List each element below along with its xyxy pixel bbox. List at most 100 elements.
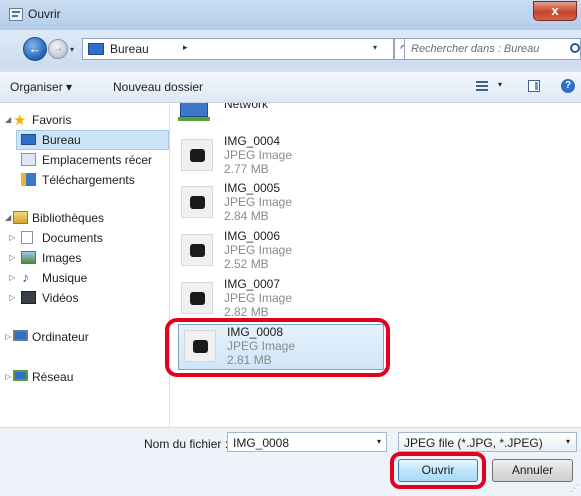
forward-button[interactable]: → — [48, 39, 68, 59]
file-item[interactable]: IMG_0007 JPEG Image 2.82 MB — [176, 277, 376, 323]
sidebar-item-documents[interactable]: ▷ Documents — [0, 228, 169, 248]
address-bar[interactable]: Bureau ▸ ▾ — [82, 38, 394, 60]
filename-input[interactable]: IMG_0008 ▾ — [227, 432, 387, 452]
sidebar-item-label: Vidéos — [42, 291, 79, 305]
search-box[interactable]: Rechercher dans : Bureau — [404, 38, 581, 60]
file-item-selected[interactable]: IMG_0008 JPEG Image 2.81 MB — [178, 324, 384, 370]
sidebar-group-label: Bibliothèques — [32, 211, 105, 225]
collapse-icon[interactable]: ◢ — [5, 213, 11, 222]
images-icon — [21, 251, 36, 264]
view-dropdown-icon[interactable]: ▾ — [498, 80, 502, 89]
close-button[interactable]: x — [533, 1, 577, 21]
file-type-select[interactable]: JPEG file (*.JPG, *.JPEG) ▾ — [398, 432, 577, 452]
file-item[interactable]: IMG_0005 JPEG Image 2.84 MB — [176, 181, 376, 227]
navigation-pane[interactable]: ◢ ★ Favoris Bureau Emplacements récer Té… — [0, 103, 170, 427]
new-folder-button[interactable]: Nouveau dossier — [113, 80, 203, 94]
open-button[interactable]: Ouvrir — [398, 459, 478, 482]
file-size: 2.84 MB — [224, 209, 269, 223]
file-size: 2.52 MB — [224, 257, 269, 271]
collapse-icon[interactable]: ◢ — [5, 115, 11, 124]
desktop-icon — [21, 134, 36, 145]
image-thumbnail — [181, 186, 213, 218]
preview-pane-icon[interactable] — [528, 80, 540, 92]
resize-grip-icon[interactable]: ⋰ — [570, 483, 579, 494]
expand-icon[interactable]: ▷ — [9, 273, 15, 282]
file-type-dropdown-icon[interactable]: ▾ — [566, 437, 570, 446]
help-icon[interactable]: ? — [561, 79, 575, 93]
file-size: 2.77 MB — [224, 162, 269, 176]
network-icon — [176, 103, 212, 125]
toolbar — [0, 72, 581, 103]
sidebar-group-favorites[interactable]: ◢ ★ Favoris — [0, 110, 169, 130]
sidebar-item-network[interactable]: ▷ Réseau — [0, 367, 169, 387]
file-name: IMG_0004 — [224, 134, 281, 148]
star-icon: ★ — [13, 112, 27, 129]
sidebar-group-libraries[interactable]: ◢ Bibliothèques — [0, 208, 169, 228]
expand-icon[interactable]: ▷ — [5, 332, 11, 341]
sidebar-item-label: Bureau — [42, 133, 81, 147]
organize-menu[interactable]: Organiser ▾ — [10, 80, 72, 94]
title-bar[interactable] — [0, 0, 581, 30]
search-icon[interactable] — [570, 43, 580, 53]
change-view-icon[interactable] — [476, 79, 492, 93]
sidebar-group-label: Favoris — [32, 113, 72, 127]
file-type: JPEG Image — [224, 148, 293, 162]
sidebar-item-videos[interactable]: ▷ Vidéos — [0, 288, 169, 308]
image-thumbnail — [184, 330, 216, 362]
sidebar-item-music[interactable]: ▷ ♪ Musique — [0, 268, 169, 288]
file-type: JPEG Image — [227, 339, 296, 353]
breadcrumb-chevron-icon[interactable]: ▸ — [183, 42, 188, 53]
sidebar-item-label: Musique — [42, 271, 88, 285]
back-button[interactable]: ← — [23, 37, 47, 61]
file-size: 2.81 MB — [227, 353, 272, 367]
network-icon — [13, 370, 28, 381]
file-name[interactable]: Network — [224, 103, 268, 111]
file-list[interactable]: Network IMG_0004 JPEG Image 2.77 MB IMG_… — [170, 103, 581, 427]
dialog-title: Ouvrir — [28, 7, 61, 21]
documents-icon — [21, 231, 33, 244]
file-item[interactable]: IMG_0006 JPEG Image 2.52 MB — [176, 229, 376, 275]
file-size: 2.82 MB — [224, 305, 269, 319]
address-dropdown-icon[interactable]: ▾ — [373, 43, 377, 52]
address-location[interactable]: Bureau — [110, 42, 149, 56]
videos-icon — [21, 291, 36, 304]
filename-value[interactable]: IMG_0008 — [233, 436, 289, 450]
desktop-icon — [88, 43, 104, 55]
computer-icon — [13, 330, 28, 341]
file-item[interactable]: IMG_0004 JPEG Image 2.77 MB — [176, 134, 376, 180]
file-type: JPEG Image — [224, 291, 293, 305]
search-input[interactable]: Rechercher dans : Bureau — [411, 43, 539, 55]
sidebar-item-label: Réseau — [32, 370, 74, 384]
filename-dropdown-icon[interactable]: ▾ — [377, 437, 381, 446]
recent-places-icon — [21, 153, 36, 166]
sidebar-item-label: Ordinateur — [32, 330, 89, 344]
file-name: IMG_0008 — [227, 325, 284, 339]
expand-icon[interactable]: ▷ — [9, 233, 15, 242]
sidebar-item-downloads[interactable]: Téléchargements — [0, 170, 169, 190]
sidebar-item-label: Documents — [42, 231, 103, 245]
expand-icon[interactable]: ▷ — [5, 372, 11, 381]
sidebar-item-images[interactable]: ▷ Images — [0, 248, 169, 268]
sidebar-item-bureau[interactable]: Bureau — [16, 130, 169, 150]
dialog-icon — [9, 8, 23, 21]
file-type-value[interactable]: JPEG file (*.JPG, *.JPEG) — [404, 436, 543, 450]
filename-label: Nom du fichier : — [144, 437, 229, 451]
libraries-icon — [13, 211, 28, 224]
file-type: JPEG Image — [224, 243, 293, 257]
image-thumbnail — [181, 234, 213, 266]
file-name: IMG_0006 — [224, 229, 281, 243]
cancel-button[interactable]: Annuler — [492, 459, 573, 482]
image-thumbnail — [181, 139, 213, 171]
downloads-icon — [21, 173, 36, 186]
music-icon: ♪ — [22, 269, 29, 285]
file-name: IMG_0007 — [224, 277, 281, 291]
sidebar-item-recent-places[interactable]: Emplacements récer — [0, 150, 169, 170]
recent-pages-dropdown-icon[interactable]: ▾ — [70, 45, 74, 54]
expand-icon[interactable]: ▷ — [9, 293, 15, 302]
expand-icon[interactable]: ▷ — [9, 253, 15, 262]
image-thumbnail — [181, 282, 213, 314]
sidebar-item-label: Emplacements récer — [42, 153, 153, 167]
file-type: JPEG Image — [224, 195, 293, 209]
open-dialog: Ouvrir x ← → ▾ Bureau ▸ ▾ ↷ Rechercher d… — [0, 0, 581, 496]
sidebar-item-computer[interactable]: ▷ Ordinateur — [0, 327, 169, 347]
